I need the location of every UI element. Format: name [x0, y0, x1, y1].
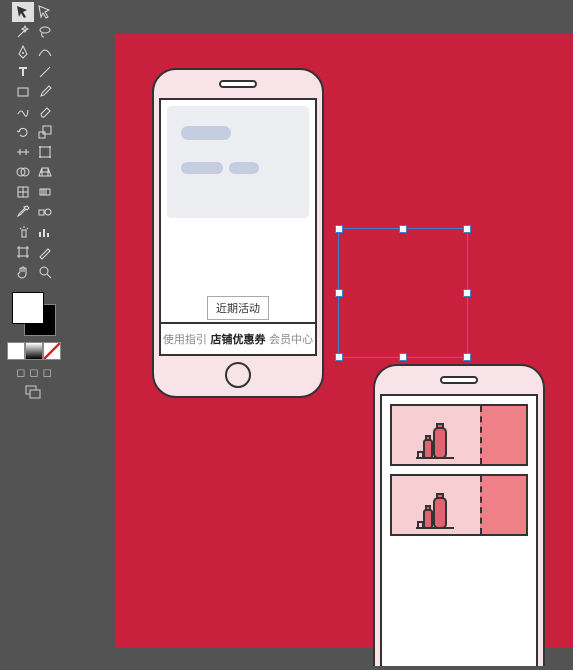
magic-wand-tool-icon[interactable]: [12, 22, 34, 42]
line-segment-tool-icon[interactable]: [34, 62, 56, 82]
home-button-icon: [225, 362, 251, 388]
tab-item[interactable]: 使用指引: [163, 331, 207, 347]
scale-tool-icon[interactable]: [34, 122, 56, 142]
phone-screen: 近期活动 使用指引 店铺优惠券 会员中心: [159, 98, 317, 356]
draw-inside-icon[interactable]: ◻: [43, 366, 52, 379]
tab-item[interactable]: 会员中心: [269, 331, 313, 347]
phone-earpiece-icon: [440, 376, 478, 384]
blend-tool-icon[interactable]: [34, 202, 56, 222]
direct-selection-tool-icon[interactable]: [34, 2, 56, 22]
color-swatch-panel[interactable]: [12, 292, 56, 336]
selection-handle-icon[interactable]: [335, 289, 343, 297]
tool-grid: [12, 2, 56, 282]
selection-handle-icon[interactable]: [463, 353, 471, 361]
shaper-tool-icon[interactable]: [12, 102, 34, 122]
active-tab-label[interactable]: 近期活动: [207, 296, 269, 320]
selection-handle-icon[interactable]: [463, 225, 471, 233]
foreground-color-swatch[interactable]: [12, 292, 44, 324]
fill-mode-row: [7, 342, 61, 360]
coupon-image-area: [392, 406, 480, 464]
bottles-icon: [412, 422, 460, 460]
type-tool-icon[interactable]: [12, 62, 34, 82]
change-screen-mode-icon[interactable]: [25, 385, 43, 404]
tab-bar: 使用指引 店铺优惠券 会员中心: [161, 322, 315, 354]
coupon-card[interactable]: [390, 404, 528, 466]
eraser-tool-icon[interactable]: [34, 102, 56, 122]
coupon-image-area: [392, 476, 480, 534]
slice-tool-icon[interactable]: [34, 242, 56, 262]
shape-builder-tool-icon[interactable]: [12, 162, 34, 182]
curvature-tool-icon[interactable]: [34, 42, 56, 62]
placeholder-line: [229, 162, 259, 174]
content-placeholder: [167, 106, 309, 218]
hand-tool-icon[interactable]: [12, 262, 34, 282]
phone-screen: [380, 394, 538, 666]
width-tool-icon[interactable]: [12, 142, 34, 162]
fill-none-mode-icon[interactable]: [43, 342, 61, 360]
toolbox: ◻ ◻ ◻: [0, 0, 68, 670]
rotate-tool-icon[interactable]: [12, 122, 34, 142]
selection-handle-icon[interactable]: [463, 289, 471, 297]
free-transform-tool-icon[interactable]: [34, 142, 56, 162]
draw-normal-icon[interactable]: ◻: [16, 366, 25, 379]
artboard-tool-icon[interactable]: [12, 242, 34, 262]
coupon-stub: [480, 476, 526, 534]
paintbrush-tool-icon[interactable]: [34, 82, 56, 102]
phone-mockup-2[interactable]: [373, 364, 545, 666]
draw-behind-icon[interactable]: ◻: [29, 366, 38, 379]
selection-handle-icon[interactable]: [399, 225, 407, 233]
fill-color-mode-icon[interactable]: [7, 342, 25, 360]
tab-item[interactable]: 店铺优惠券: [210, 331, 265, 347]
eyedropper-tool-icon[interactable]: [12, 202, 34, 222]
fill-gradient-mode-icon[interactable]: [25, 342, 43, 360]
selection-rectangle[interactable]: [338, 228, 468, 358]
selection-tool-icon[interactable]: [12, 2, 34, 22]
phone-mockup-1[interactable]: 近期活动 使用指引 店铺优惠券 会员中心: [152, 68, 324, 398]
column-graph-tool-icon[interactable]: [34, 222, 56, 242]
gradient-tool-icon[interactable]: [34, 182, 56, 202]
lasso-tool-icon[interactable]: [34, 22, 56, 42]
phone-earpiece-icon: [219, 80, 257, 88]
bottles-icon: [412, 492, 460, 530]
coupon-card[interactable]: [390, 474, 528, 536]
coupon-stub: [480, 406, 526, 464]
perspective-grid-tool-icon[interactable]: [34, 162, 56, 182]
mesh-tool-icon[interactable]: [12, 182, 34, 202]
artboard[interactable]: 近期活动 使用指引 店铺优惠券 会员中心: [115, 34, 573, 648]
canvas-area[interactable]: 近期活动 使用指引 店铺优惠券 会员中心: [68, 0, 573, 670]
screen-mode-row: ◻ ◻ ◻: [16, 366, 51, 379]
zoom-tool-icon[interactable]: [34, 262, 56, 282]
symbol-sprayer-tool-icon[interactable]: [12, 222, 34, 242]
selection-handle-icon[interactable]: [335, 225, 343, 233]
selection-handle-icon[interactable]: [335, 353, 343, 361]
placeholder-line: [181, 126, 231, 140]
placeholder-line: [181, 162, 223, 174]
rectangle-tool-icon[interactable]: [12, 82, 34, 102]
pen-tool-icon[interactable]: [12, 42, 34, 62]
selection-handle-icon[interactable]: [399, 353, 407, 361]
